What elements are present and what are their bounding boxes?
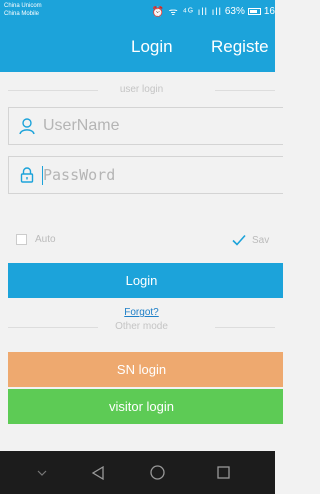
divider-line	[215, 327, 275, 328]
forgot-password-link[interactable]: Forgot?	[0, 307, 275, 318]
carrier-info: China Unicom China Mobile	[4, 2, 42, 18]
status-indicators: ⏰ ᯤ ⁴ᴳ ıll ıll 63% 16	[151, 4, 275, 19]
checkmark-icon[interactable]	[232, 234, 246, 246]
app-header: Login Registe	[0, 24, 275, 72]
tab-register[interactable]: Registe	[211, 37, 269, 57]
back-icon[interactable]	[91, 465, 105, 480]
nav-back[interactable]	[86, 451, 110, 494]
divider-line	[215, 90, 275, 91]
auto-login-checkbox[interactable]: Auto	[16, 234, 56, 245]
other-mode-divider: Other mode	[8, 320, 275, 334]
home-icon[interactable]	[149, 465, 165, 480]
tab-login[interactable]: Login	[131, 37, 173, 57]
user-icon	[19, 118, 35, 135]
user-login-divider: user login	[8, 83, 275, 97]
nav-home[interactable]	[145, 451, 169, 494]
carrier-2: China Mobile	[4, 11, 40, 17]
signal-icons: ⏰ ᯤ ⁴ᴳ ıll ıll	[151, 7, 222, 18]
login-button[interactable]: Login	[8, 263, 283, 298]
recents-icon[interactable]	[216, 466, 230, 479]
checkbox-box[interactable]	[16, 234, 27, 245]
sn-login-button[interactable]: SN login	[8, 352, 283, 387]
password-field[interactable]	[8, 156, 283, 194]
status-bar: China Unicom China Mobile ⏰ ᯤ ⁴ᴳ ıll ıll…	[0, 0, 275, 24]
save-password-checkbox[interactable]: Sav	[232, 234, 269, 246]
auto-label: Auto	[35, 234, 56, 245]
username-input[interactable]	[43, 113, 273, 139]
chevron-down-icon[interactable]	[37, 470, 47, 476]
navigation-bar	[0, 451, 275, 494]
options-row: Auto Sav	[16, 234, 275, 250]
lock-icon	[20, 167, 34, 183]
battery-percent: 63%	[224, 5, 245, 17]
battery-icon	[247, 7, 261, 15]
carrier-1: China Unicom	[4, 3, 42, 9]
nav-chevron[interactable]	[30, 451, 54, 494]
clock: 16	[263, 5, 275, 17]
username-field[interactable]	[8, 107, 283, 145]
nav-recents[interactable]	[211, 451, 235, 494]
visitor-login-button[interactable]: visitor login	[8, 389, 283, 424]
password-input[interactable]	[43, 162, 273, 188]
save-label: Sav	[252, 234, 270, 246]
